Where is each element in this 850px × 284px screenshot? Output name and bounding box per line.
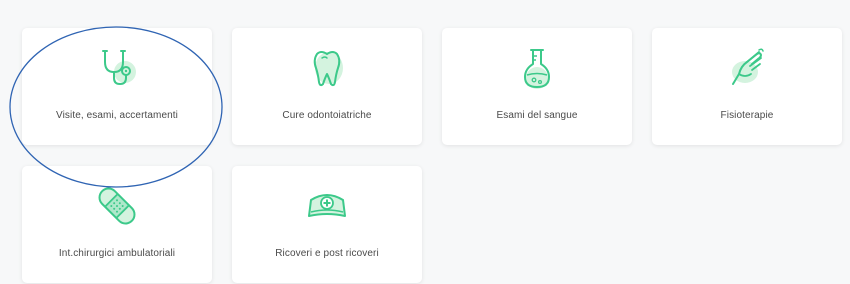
stethoscope-icon [93, 44, 141, 92]
card-int-chirurgici-ambulatoriali[interactable]: Int.chirurgici ambulatoriali [22, 166, 212, 283]
card-label: Fisioterapie [720, 110, 774, 121]
card-cure-odontoiatriche[interactable]: Cure odontoiatriche [232, 28, 422, 145]
card-label: Visite, esami, accertamenti [55, 110, 178, 121]
card-label: Int.chirurgici ambulatoriali [58, 248, 176, 259]
bandage-icon [93, 182, 141, 230]
card-label: Esami del sangue [496, 110, 578, 121]
card-label: Ricoveri e post ricoveri [275, 248, 379, 259]
card-label: Cure odontoiatriche [282, 110, 372, 121]
card-esami-del-sangue[interactable]: Esami del sangue [442, 28, 632, 145]
service-grid: Visite, esami, accertamenti Cure odontoi… [0, 0, 850, 284]
hand-icon [723, 44, 771, 92]
nurse-cap-icon [303, 182, 351, 230]
card-visite-esami-accertamenti[interactable]: Visite, esami, accertamenti [22, 28, 212, 145]
card-ricoveri-e-post-ricoveri[interactable]: Ricoveri e post ricoveri [232, 166, 422, 283]
flask-icon [513, 44, 561, 92]
tooth-icon [303, 44, 351, 92]
card-fisioterapie[interactable]: Fisioterapie [652, 28, 842, 145]
